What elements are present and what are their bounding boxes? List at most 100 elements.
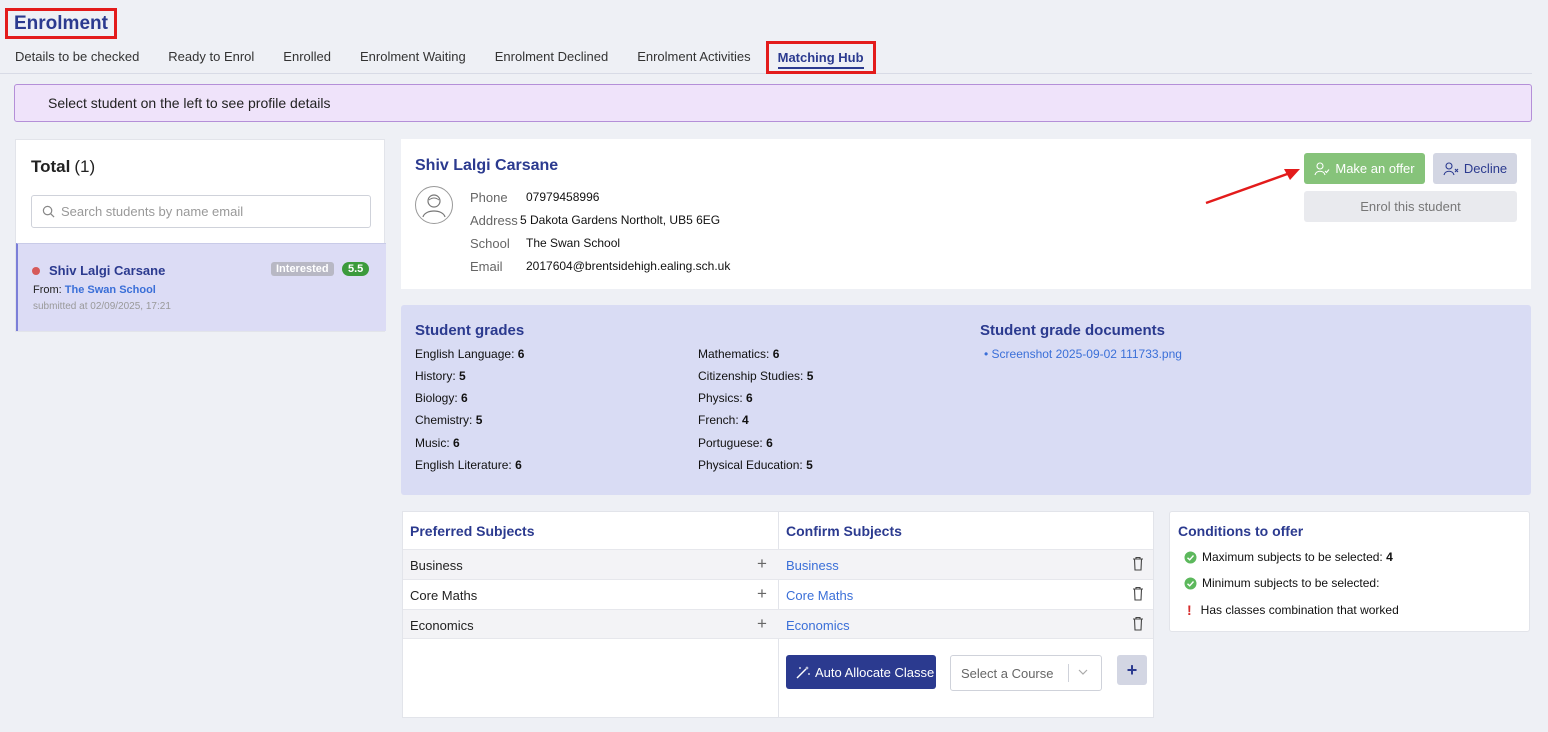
warning-icon: !: [1187, 602, 1192, 618]
profile-name: Shiv Lalgi Carsane: [415, 157, 559, 174]
student-grades-panel: Student grades Student grade documents E…: [401, 305, 1531, 495]
condition-item: Maximum subjects to be selected: 4: [1184, 550, 1393, 564]
confirmed-subject[interactable]: Core Maths: [786, 588, 853, 603]
address-value: 5 Dakota Gardens Northolt, UB5 6EG: [520, 213, 721, 227]
student-name-row: Shiv Lalgi Carsane: [32, 263, 165, 278]
subject-row: Core Maths + Core Maths: [403, 579, 1153, 609]
user-avatar-icon: [422, 194, 446, 218]
subject-row: Economics + Economics: [403, 609, 1153, 639]
annotation-arrow-icon: [1205, 169, 1300, 205]
status-badge: Interested: [271, 262, 334, 276]
tab-enrolled[interactable]: Enrolled: [283, 49, 331, 64]
grade-documents-title: Student grade documents: [980, 322, 1166, 339]
chevron-down-icon: [1078, 669, 1088, 675]
condition-item: ! Has classes combination that worked: [1187, 602, 1399, 618]
grade-item: Portuguese: 6: [698, 436, 773, 450]
banner-text: Select student on the left to see profil…: [48, 95, 331, 111]
grade-item: Mathematics: 6: [698, 347, 780, 361]
school-value: The Swan School: [526, 236, 621, 250]
tab-enrolment-activities[interactable]: Enrolment Activities: [637, 49, 750, 64]
from-school[interactable]: The Swan School: [65, 284, 156, 296]
submitted-timestamp: submitted at 02/09/2025, 17:21: [33, 301, 171, 312]
enrol-student-button[interactable]: Enrol this student: [1304, 191, 1517, 222]
grade-item: Physical Education: 5: [698, 458, 813, 472]
condition-item: Minimum subjects to be selected:: [1184, 576, 1379, 590]
decline-button[interactable]: Decline: [1433, 153, 1517, 184]
tab-enrolment-declined[interactable]: Enrolment Declined: [495, 49, 608, 64]
total-label: Total: [31, 157, 71, 176]
score-badge: 5.5: [342, 262, 370, 276]
trash-icon[interactable]: [1132, 556, 1144, 571]
search-placeholder: Search students by name email: [61, 204, 244, 219]
select-separator: [1068, 664, 1069, 682]
preferred-subjects-title: Preferred Subjects: [410, 523, 535, 539]
trash-icon[interactable]: [1132, 616, 1144, 631]
grade-item: Music: 6: [415, 436, 460, 450]
conditions-title: Conditions to offer: [1178, 523, 1304, 539]
email-value: 2017604@brentsidehigh.ealing.sch.uk: [526, 259, 731, 273]
phone-value: 07979458996: [526, 190, 600, 204]
student-from: From: The Swan School: [33, 284, 156, 296]
student-list-panel: Total (1) Search students by name email S…: [15, 139, 386, 332]
auto-allocate-button[interactable]: Auto Allocate Classe: [786, 655, 936, 689]
tab-highlight: Matching Hub: [765, 41, 876, 74]
grade-item: English Language: 6: [415, 347, 525, 361]
user-check-icon: [1314, 161, 1330, 175]
add-subject-button[interactable]: +: [757, 614, 767, 634]
info-banner: Select student on the left to see profil…: [14, 84, 1532, 122]
grade-item: English Literature: 6: [415, 458, 522, 472]
tab-enrolment-waiting[interactable]: Enrolment Waiting: [360, 49, 466, 64]
add-subject-button[interactable]: +: [757, 554, 767, 574]
grade-item: Biology: 6: [415, 391, 468, 405]
total-count: Total (1): [31, 157, 95, 177]
course-select-placeholder: Select a Course: [961, 665, 1054, 681]
add-course-button[interactable]: +: [1117, 655, 1147, 685]
grade-item: History: 5: [415, 369, 466, 383]
confirmed-subject[interactable]: Business: [786, 558, 839, 573]
conditions-panel: Conditions to offer Maximum subjects to …: [1169, 511, 1530, 632]
subject-row: Business + Business: [403, 549, 1153, 579]
course-select[interactable]: Select a Course: [950, 655, 1102, 691]
address-label: Address: [470, 213, 518, 228]
tab-matching-hub[interactable]: Matching Hub: [777, 50, 864, 69]
preferred-subject: Business: [410, 558, 463, 573]
status-dot-icon: [32, 266, 40, 275]
school-label: School: [470, 236, 510, 251]
user-x-icon: [1443, 161, 1459, 175]
grade-document-link[interactable]: • Screenshot 2025-09-02 111733.png: [984, 347, 1182, 361]
total-number: (1): [74, 157, 96, 176]
student-profile: Shiv Lalgi Carsane Phone 07979458996 Add…: [401, 139, 1531, 289]
make-offer-label: Make an offer: [1335, 161, 1415, 176]
grade-item: French: 4: [698, 413, 749, 427]
search-input[interactable]: Search students by name email: [31, 195, 371, 228]
decline-label: Decline: [1463, 161, 1508, 176]
avatar: [415, 186, 453, 224]
phone-label: Phone: [470, 190, 508, 205]
add-subject-button[interactable]: +: [757, 584, 767, 604]
confirmed-subject[interactable]: Economics: [786, 618, 850, 633]
email-label: Email: [470, 259, 503, 274]
grades-title: Student grades: [415, 322, 525, 339]
confirm-subjects-title: Confirm Subjects: [786, 523, 902, 539]
student-list-item[interactable]: Shiv Lalgi Carsane Interested 5.5 From: …: [16, 243, 386, 331]
tab-ready-to-enrol[interactable]: Ready to Enrol: [168, 49, 254, 64]
page-title-highlight: Enrolment: [5, 8, 117, 39]
student-name: Shiv Lalgi Carsane: [49, 263, 166, 278]
preferred-subject: Economics: [410, 618, 474, 633]
grade-item: Physics: 6: [698, 391, 753, 405]
auto-allocate-label: Auto Allocate Classe: [815, 664, 935, 680]
make-offer-button[interactable]: Make an offer: [1304, 153, 1425, 184]
from-label: From:: [33, 284, 62, 296]
search-icon: [42, 205, 55, 218]
grade-item: Citizenship Studies: 5: [698, 369, 814, 383]
trash-icon[interactable]: [1132, 586, 1144, 601]
magic-wand-icon: [796, 666, 810, 679]
grade-item: Chemistry: 5: [415, 413, 483, 427]
page-title: Enrolment: [14, 13, 108, 34]
subjects-panel: Preferred Subjects Confirm Subjects Busi…: [402, 511, 1154, 718]
tab-bar: Details to be checked Ready to Enrol Enr…: [0, 40, 1532, 74]
check-circle-icon: [1184, 577, 1197, 589]
enrol-label: Enrol this student: [1360, 199, 1461, 214]
tab-details-to-be-checked[interactable]: Details to be checked: [15, 49, 139, 64]
preferred-subject: Core Maths: [410, 588, 478, 603]
